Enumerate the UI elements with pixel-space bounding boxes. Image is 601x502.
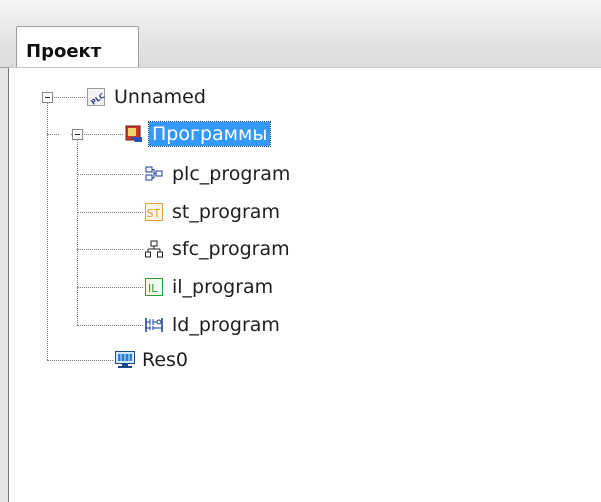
tree-line — [77, 174, 143, 175]
tree-item-label: il_program — [172, 276, 274, 298]
programs-folder-icon — [125, 125, 143, 143]
sfc-program-icon — [145, 240, 163, 258]
tree-line — [77, 140, 78, 325]
tree-item-ld-program[interactable]: ld_program — [145, 313, 283, 337]
tree-line — [47, 134, 59, 135]
tree-line — [47, 360, 113, 361]
tree-item-label: sfc_program — [172, 238, 290, 260]
il-program-icon: IL — [145, 278, 163, 296]
tree-line — [77, 249, 143, 250]
resource-icon — [115, 351, 135, 369]
tree-item-label: ld_program — [172, 314, 280, 336]
collapse-toggle-root[interactable] — [42, 92, 53, 103]
plc-icon: PLC — [87, 88, 106, 107]
fbd-program-icon — [145, 165, 163, 183]
project-tree-panel: PLC Unnamed Программы plc_program ST st_… — [8, 67, 601, 502]
tree-line — [77, 212, 143, 213]
tree-item-il-program[interactable]: IL il_program — [145, 275, 276, 299]
collapse-toggle-programs[interactable] — [72, 129, 83, 140]
ld-program-icon — [145, 316, 163, 334]
tree-item-label: st_program — [172, 201, 280, 223]
tree-item-sfc-program[interactable]: sfc_program — [145, 237, 293, 261]
tree-line — [47, 103, 48, 360]
tree-item-label: Unnamed — [114, 86, 206, 108]
tree-item-label: plc_program — [172, 163, 291, 185]
tree-item-label: Res0 — [142, 349, 189, 371]
tree-item-plc-program[interactable]: plc_program — [145, 162, 293, 186]
tree-item-programs[interactable]: Программы — [125, 121, 272, 147]
tree-line — [77, 325, 143, 326]
tab-project[interactable]: Проект — [16, 26, 139, 68]
tree-item-st-program[interactable]: ST st_program — [145, 200, 283, 224]
il-badge-text: IL — [148, 282, 158, 295]
tab-strip: Проект — [0, 0, 601, 68]
tree-item-unnamed[interactable]: PLC Unnamed — [87, 85, 209, 109]
st-badge-text: ST — [147, 207, 161, 220]
tree-line — [77, 287, 143, 288]
st-program-icon: ST — [145, 203, 163, 221]
tree-item-res0[interactable]: Res0 — [115, 348, 191, 372]
tree-item-label: Программы — [147, 121, 272, 147]
